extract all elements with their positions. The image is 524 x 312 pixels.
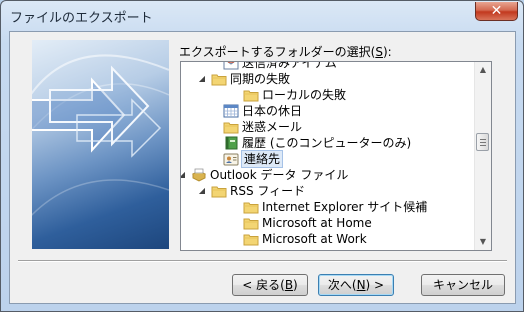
tree-node-label: 日本の休日: [242, 104, 303, 118]
tree-node[interactable]: 送信済みアイテム: [209, 61, 337, 71]
expand-collapse-icon[interactable]: ◢: [181, 167, 187, 183]
tree-node[interactable]: 連絡先: [209, 150, 284, 168]
folder-icon: [243, 232, 259, 246]
tree-node[interactable]: 迷惑メール: [209, 119, 302, 135]
folder-select-label: エクスポートするフォルダーの選択(S):: [179, 45, 392, 59]
folder-icon: [211, 184, 227, 198]
calendar-icon: [223, 104, 239, 118]
export-dialog-window: ファイルのエクスポート ✕ エクスポートするフォルダーの選択(S): 送信済みア…: [0, 0, 524, 312]
tree-node-label: Microsoft at Home: [262, 216, 372, 230]
folder-tree[interactable]: 送信済みアイテム ◢ 同期の失敗ローカルの失敗日本の休日迷惑メール履歴 (このコンピ…: [180, 61, 492, 251]
tree-node-label: ローカルの失敗: [262, 88, 347, 102]
folder-icon: [223, 120, 239, 134]
close-button[interactable]: ✕: [475, 2, 518, 21]
tree-node[interactable]: ローカルの失敗: [229, 87, 346, 103]
tree-node-label: 迷惑メール: [242, 120, 303, 134]
tree-node-label: Internet Explorer サイト候補: [262, 200, 428, 214]
tree-node[interactable]: ◢ RSS フィード: [197, 183, 305, 199]
tree-node[interactable]: Microsoft at Home: [229, 215, 372, 231]
title-bar[interactable]: ファイルのエクスポート ✕: [1, 1, 523, 31]
sent-items-icon: [223, 62, 239, 70]
tree-node[interactable]: Internet Explorer サイト候補: [229, 199, 427, 215]
button-separator: [18, 260, 507, 262]
folder-icon: [243, 88, 259, 102]
tree-node-label: 連絡先: [240, 150, 284, 168]
window-title: ファイルのエクスポート: [10, 11, 153, 26]
journal-icon: [223, 136, 239, 150]
tree-node[interactable]: Microsoft at Work: [229, 231, 367, 247]
scroll-down-arrow[interactable]: ▼: [475, 234, 491, 250]
back-button[interactable]: < 戻る(B): [232, 274, 308, 296]
scroll-up-arrow[interactable]: ▲: [475, 62, 491, 78]
contacts-icon: [223, 152, 239, 166]
close-icon: ✕: [490, 3, 503, 19]
folder-icon: [243, 216, 259, 230]
folder-icon: [243, 200, 259, 214]
tree-node[interactable]: ◢ Outlook データ ファイル: [181, 167, 349, 183]
tree-node-label: 同期の失敗: [230, 72, 291, 86]
folder-icon: [211, 72, 227, 86]
tree-node[interactable]: 履歴 (このコンピューターのみ): [209, 135, 411, 151]
tree-node-label: 履歴 (このコンピューターのみ): [242, 136, 412, 150]
tree-node-label: Outlook データ ファイル: [210, 168, 349, 182]
arrow-graphic: [32, 54, 169, 217]
expand-collapse-icon[interactable]: ◢: [197, 183, 207, 199]
cancel-button[interactable]: キャンセル: [421, 274, 505, 296]
next-button[interactable]: 次へ(N) >: [318, 274, 394, 296]
tree-scrollbar[interactable]: ▲ ▼: [474, 62, 491, 250]
wizard-banner-image: [32, 40, 169, 249]
tree-node[interactable]: ◢ 同期の失敗: [197, 71, 290, 87]
scroll-thumb[interactable]: [476, 133, 489, 151]
dialog-body: エクスポートするフォルダーの選択(S): 送信済みアイテム ◢ 同期の失敗ローカルの…: [9, 31, 516, 304]
data-file-icon: [191, 168, 207, 182]
tree-node-label: 送信済みアイテム: [242, 61, 337, 70]
tree-node-label: Microsoft at Work: [262, 232, 367, 246]
tree-node-label: RSS フィード: [230, 184, 306, 198]
expand-collapse-icon[interactable]: ◢: [197, 71, 207, 87]
tree-node[interactable]: 日本の休日: [209, 103, 302, 119]
